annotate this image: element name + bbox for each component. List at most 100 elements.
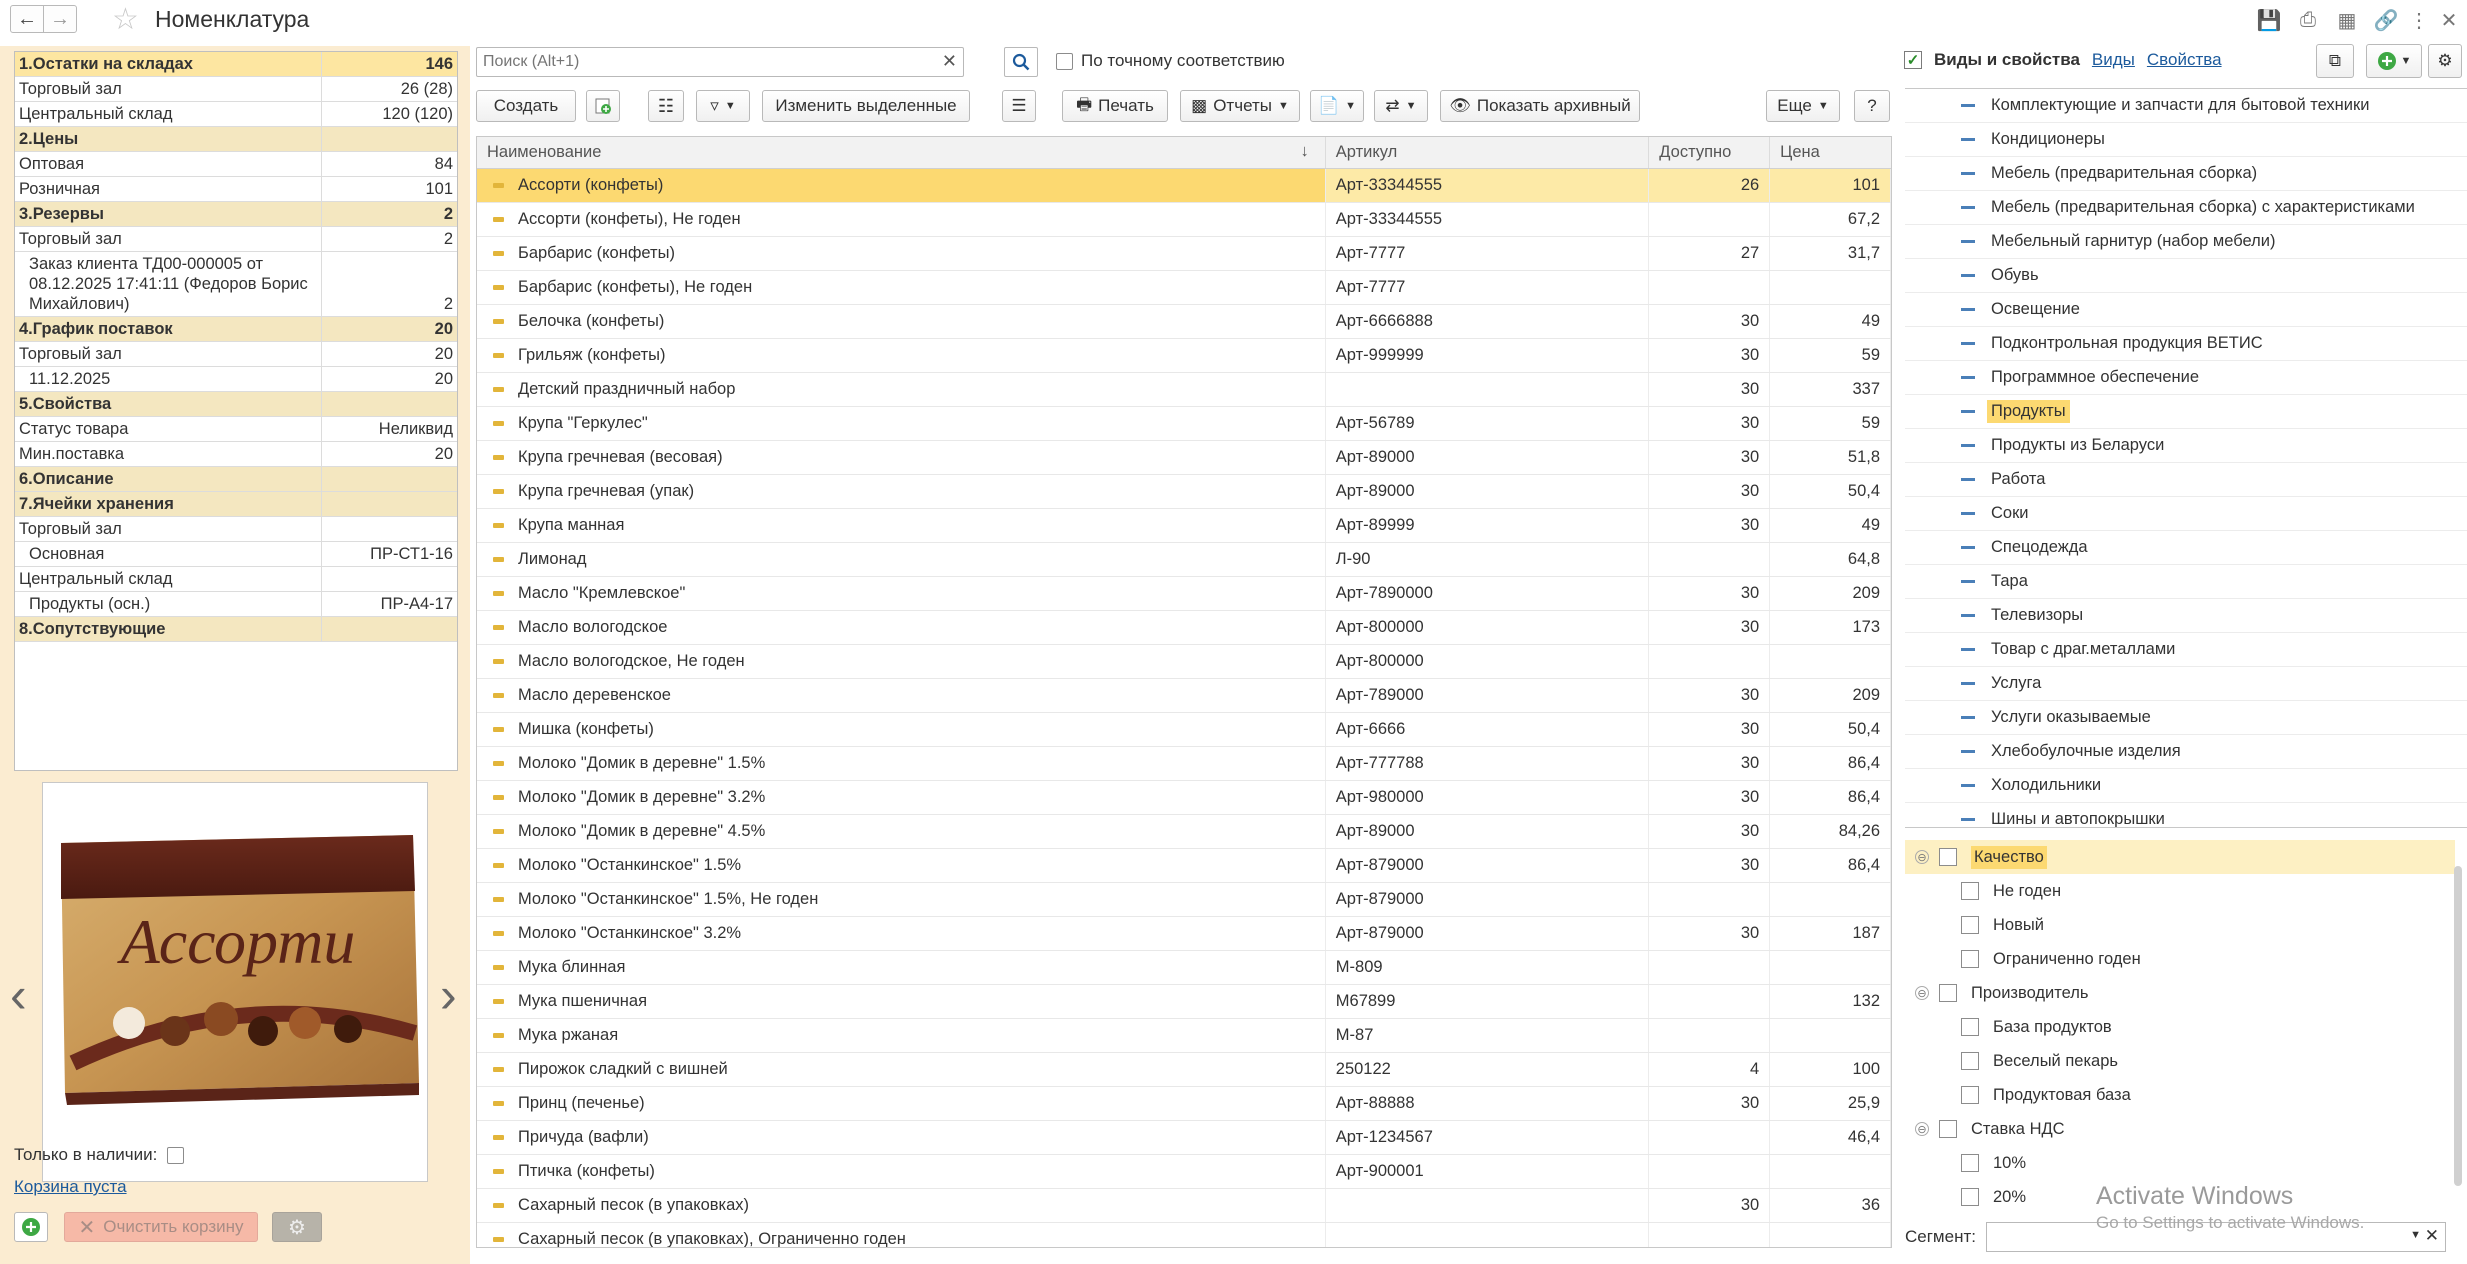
properties-scrollbar[interactable]: [2454, 866, 2462, 1186]
add-kind-button[interactable]: ▼: [2366, 44, 2422, 78]
kind-item[interactable]: Продукты из Беларуси: [1905, 429, 2467, 463]
property-group[interactable]: ⊖ Ставка НДС: [1905, 1112, 2455, 1146]
property-group[interactable]: ⊖ Качество: [1905, 840, 2455, 874]
table-row[interactable]: Крупа гречневая (упак) Арт-89000 30 50,4: [477, 475, 1891, 509]
property-value[interactable]: Продуктовая база: [1905, 1078, 2455, 1112]
table-row[interactable]: Крупа гречневая (весовая) Арт-89000 30 51,8: [477, 441, 1891, 475]
table-row[interactable]: Причуда (вафли) Арт-1234567 46,4: [477, 1121, 1891, 1155]
kind-item[interactable]: Соки: [1905, 497, 2467, 531]
clear-icon[interactable]: ✕: [2425, 1226, 2439, 1246]
table-row[interactable]: Мука пшеничная М67899 132: [477, 985, 1891, 1019]
table-row[interactable]: Сахарный песок (в упаковках), Ограниченн…: [477, 1223, 1891, 1247]
kind-item[interactable]: Кондиционеры: [1905, 123, 2467, 157]
table-row[interactable]: Пирожок сладкий с вишней 250122 4 100: [477, 1053, 1891, 1087]
add-to-cart-button[interactable]: [14, 1212, 48, 1242]
clear-cart-button[interactable]: ✕ Очистить корзину: [64, 1212, 258, 1242]
info-section-row[interactable]: 1.Остатки на складах 146: [15, 52, 457, 77]
table-row[interactable]: Принц (печенье) Арт-88888 30 25,9: [477, 1087, 1891, 1121]
property-checkbox[interactable]: [1939, 984, 1957, 1002]
properties-link[interactable]: Свойства: [2147, 50, 2222, 70]
table-row[interactable]: Мишка (конфеты) Арт-6666 30 50,4: [477, 713, 1891, 747]
table-row[interactable]: Молоко "Домик в деревне" 3.2% Арт-980000 3…: [477, 781, 1891, 815]
kind-item[interactable]: Комплектующие и запчасти для бытовой тех…: [1905, 89, 2467, 123]
kind-item[interactable]: Работа: [1905, 463, 2467, 497]
table-row[interactable]: Масло вологодское, Не годен Арт-800000: [477, 645, 1891, 679]
more-button[interactable]: Еще ▼: [1766, 90, 1840, 122]
chevron-down-icon[interactable]: ▼: [2410, 1229, 2421, 1241]
help-button[interactable]: ?: [1854, 90, 1890, 122]
kind-item[interactable]: Мебель (предварительная сборка): [1905, 157, 2467, 191]
favorite-star-icon[interactable]: ☆: [112, 2, 139, 37]
column-header-available[interactable]: Доступно: [1649, 137, 1771, 168]
table-row[interactable]: Грильяж (конфеты) Арт-999999 30 59: [477, 339, 1891, 373]
print-button[interactable]: 🖶 Печать: [1062, 90, 1168, 122]
column-header-price[interactable]: Цена: [1770, 137, 1891, 168]
kind-item[interactable]: Мебель (предварительная сборка) с характ…: [1905, 191, 2467, 225]
table-row[interactable]: Птичка (конфеты) Арт-900001: [477, 1155, 1891, 1189]
show-archive-button[interactable]: 👁 Показать архивный: [1440, 90, 1640, 122]
table-row[interactable]: Масло вологодское Арт-800000 30 173: [477, 611, 1891, 645]
table-row[interactable]: Молоко "Домик в деревне" 4.5% Арт-89000 30…: [477, 815, 1891, 849]
kind-item[interactable]: Телевизоры: [1905, 599, 2467, 633]
table-row[interactable]: Барбарис (конфеты) Арт-7777 27 31,7: [477, 237, 1891, 271]
table-row[interactable]: Молоко "Останкинское" 1.5%, Не годен Арт-…: [477, 883, 1891, 917]
table-row[interactable]: Масло деревенское Арт-789000 30 209: [477, 679, 1891, 713]
property-checkbox[interactable]: [1961, 1052, 1979, 1070]
property-checkbox[interactable]: [1961, 1188, 1979, 1206]
kind-item[interactable]: Хлебобулочные изделия: [1905, 735, 2467, 769]
table-row[interactable]: Крупа манная Арт-89999 30 49: [477, 509, 1891, 543]
info-section-row[interactable]: 3.Резервы 2: [15, 201, 457, 227]
info-section-row[interactable]: 2.Цены: [15, 126, 457, 152]
property-value[interactable]: Новый: [1905, 908, 2455, 942]
previous-image-button[interactable]: ‹: [10, 966, 27, 1024]
copy-button[interactable]: [586, 90, 620, 122]
info-section-row[interactable]: 4.График поставок 20: [15, 316, 457, 342]
kind-item[interactable]: Тара: [1905, 565, 2467, 599]
property-checkbox[interactable]: [1961, 1018, 1979, 1036]
clear-search-icon[interactable]: ✕: [942, 51, 957, 72]
kind-item[interactable]: Подконтрольная продукция ВЕТИС: [1905, 327, 2467, 361]
kinds-checkbox[interactable]: ✓: [1904, 51, 1922, 69]
link-icon[interactable]: 🔗: [2372, 6, 2400, 34]
property-value[interactable]: База продуктов: [1905, 1010, 2455, 1044]
table-row[interactable]: Сахарный песок (в упаковках) 30 36: [477, 1189, 1891, 1223]
create-based-button[interactable]: 📄 ▼: [1310, 90, 1364, 122]
property-checkbox[interactable]: [1961, 1154, 1979, 1172]
property-checkbox[interactable]: [1961, 882, 1979, 900]
search-input[interactable]: [477, 48, 917, 76]
kind-item[interactable]: Продукты: [1905, 395, 2467, 429]
property-value[interactable]: Веселый пекарь: [1905, 1044, 2455, 1078]
list-view-button[interactable]: ☰: [1002, 90, 1036, 122]
info-section-row[interactable]: 5.Свойства: [15, 391, 457, 417]
forward-button[interactable]: →: [43, 5, 77, 33]
change-selected-button[interactable]: Изменить выделенные: [762, 90, 970, 122]
next-image-button[interactable]: ›: [440, 966, 457, 1024]
kind-item[interactable]: Программное обеспечение: [1905, 361, 2467, 395]
collapse-icon[interactable]: ⊖: [1915, 850, 1929, 864]
table-row[interactable]: Мука ржаная М-87: [477, 1019, 1891, 1053]
copy-window-button[interactable]: ⧉: [2316, 44, 2354, 78]
info-section-row[interactable]: 7.Ячейки хранения: [15, 491, 457, 517]
collapse-icon[interactable]: ⊖: [1915, 986, 1929, 1000]
table-row[interactable]: Барбарис (конфеты), Не годен Арт-7777: [477, 271, 1891, 305]
exact-match-checkbox[interactable]: [1056, 52, 1073, 70]
filter-button[interactable]: ▿ ▼: [696, 90, 750, 122]
collapse-icon[interactable]: ⊖: [1915, 1122, 1929, 1136]
back-button[interactable]: ←: [10, 5, 44, 33]
search-button[interactable]: [1004, 47, 1038, 77]
table-row[interactable]: Белочка (конфеты) Арт-6666888 30 49: [477, 305, 1891, 339]
table-row[interactable]: Молоко "Останкинское" 1.5% Арт-879000 30 86…: [477, 849, 1891, 883]
cart-link[interactable]: Корзина пуста: [14, 1177, 127, 1197]
info-section-row[interactable]: 8.Сопутствующие: [15, 616, 457, 642]
save-icon[interactable]: 💾: [2255, 6, 2283, 34]
exchange-button[interactable]: ⇄ ▼: [1374, 90, 1428, 122]
property-value[interactable]: Не годен: [1905, 874, 2455, 908]
property-checkbox[interactable]: [1939, 1120, 1957, 1138]
property-checkbox[interactable]: [1961, 916, 1979, 934]
column-header-article[interactable]: Артикул: [1326, 137, 1650, 168]
preview-icon[interactable]: ▦: [2333, 6, 2361, 34]
column-header-name[interactable]: Наименование ↓: [477, 137, 1326, 168]
property-value[interactable]: 10%: [1905, 1146, 2455, 1180]
kind-item[interactable]: Шины и автопокрышки: [1905, 803, 2467, 827]
table-row[interactable]: Крупа "Геркулес" Арт-56789 30 59: [477, 407, 1891, 441]
